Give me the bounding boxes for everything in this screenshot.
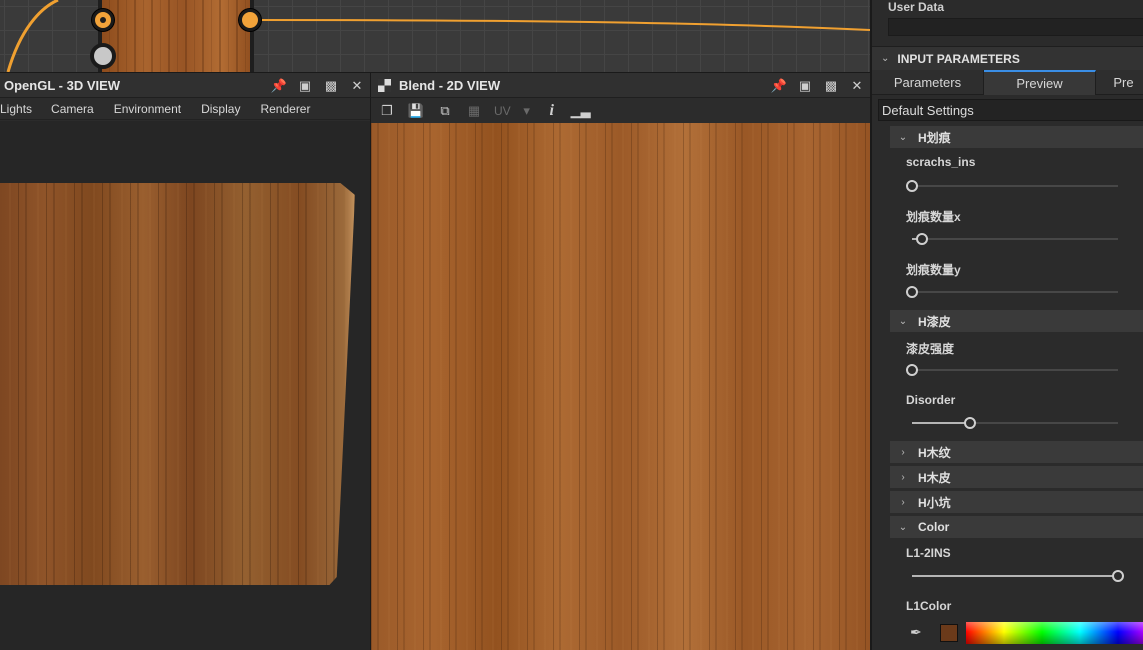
menu-display[interactable]: Display — [188, 102, 247, 116]
group-paint[interactable]: ⌄ H漆皮 — [890, 310, 1143, 332]
user-data-field[interactable] — [888, 18, 1143, 36]
view3d-header: OpenGL - 3D VIEW 📌 ▣ ▩ ✕ — [0, 72, 370, 98]
tab-parameters[interactable]: Parameters — [872, 70, 984, 95]
slider-handle[interactable] — [916, 233, 929, 245]
menu-camera[interactable]: Camera — [39, 102, 101, 116]
param-l1-2ins-slider[interactable] — [912, 570, 1124, 582]
menu-lights[interactable]: Lights — [0, 102, 39, 116]
copy-image-icon[interactable]: ❐ — [378, 102, 396, 120]
properties-panel: User Data ⌄ INPUT PARAMETERS Parameters … — [870, 0, 1143, 650]
l1color-swatch[interactable] — [940, 624, 958, 642]
param-scratch-count-y-slider[interactable] — [906, 286, 1118, 298]
export-icon[interactable]: ▦ — [465, 102, 483, 120]
chevron-down-icon: ⌄ — [898, 521, 908, 533]
tab-pre[interactable]: Pre — [1096, 70, 1143, 95]
menu-renderer[interactable]: Renderer — [247, 102, 317, 116]
pin-icon[interactable]: 📌 — [771, 78, 787, 93]
group-paint-title: H漆皮 — [918, 314, 951, 329]
parameter-tabs: Parameters Preview Pre — [872, 70, 1143, 95]
param-l1-2ins-label: L1-2INS — [906, 546, 951, 560]
menu-environment[interactable]: Environment — [101, 102, 188, 116]
param-disorder-label: Disorder — [906, 393, 956, 407]
group-scratch[interactable]: ⌄ H划痕 — [890, 126, 1143, 148]
pin-icon[interactable]: 📌 — [271, 78, 287, 93]
eyedropper-icon[interactable]: ✒ — [910, 624, 928, 642]
param-paint-strength-label: 漆皮强度 — [906, 342, 955, 356]
checker-icon — [378, 78, 391, 92]
wire-curve-2 — [249, 19, 870, 31]
chevron-right-icon: › — [901, 471, 905, 483]
group-pits[interactable]: › H小坑 — [890, 491, 1143, 513]
save-icon[interactable]: 💾 — [407, 102, 425, 120]
tab-preview[interactable]: Preview — [984, 70, 1096, 95]
close-icon[interactable]: ✕ — [850, 78, 864, 93]
view2d-title: Blend - 2D VIEW — [399, 77, 501, 93]
chevron-right-icon: › — [901, 446, 905, 458]
chevron-down-icon: ⌄ — [881, 53, 890, 64]
hue-spectrum-bar[interactable] — [966, 622, 1143, 644]
group-pits-title: H小坑 — [918, 495, 951, 510]
group-grain[interactable]: › H木纹 — [890, 441, 1143, 463]
node-thumbnail[interactable] — [100, 0, 252, 72]
param-paint-strength-slider[interactable] — [906, 364, 1118, 376]
view2d-toolbar: ❐ 💾 ⧉ ▦ UV ▾ i ▁▃ — [370, 98, 870, 123]
l1color-row: ✒ — [910, 622, 1143, 644]
maximize-icon[interactable]: ▩ — [324, 78, 338, 93]
histogram-icon[interactable]: ▁▃ — [571, 102, 591, 120]
param-scratch-count-y-label: 划痕数量y — [906, 263, 961, 277]
wood-plank-mesh — [0, 183, 355, 585]
group-scratch-title: H划痕 — [918, 130, 951, 145]
input-parameters-header[interactable]: ⌄ INPUT PARAMETERS — [872, 46, 1143, 70]
chevron-down-icon: ⌄ — [898, 315, 908, 327]
param-scrachs-ins-label: scrachs_ins — [906, 155, 976, 169]
group-bark-title: H木皮 — [918, 470, 951, 485]
param-scrachs-ins-slider[interactable] — [906, 180, 1118, 192]
duplicate-icon[interactable]: ⧉ — [436, 102, 454, 120]
slider-handle[interactable] — [1112, 570, 1124, 582]
view2d-texture-preview[interactable] — [370, 123, 870, 650]
group-bark[interactable]: › H木皮 — [890, 466, 1143, 488]
preset-select[interactable]: Default Settings — [878, 99, 1143, 121]
restore-icon[interactable]: ▣ — [798, 78, 812, 93]
param-disorder-slider[interactable] — [912, 417, 1118, 429]
user-data-label: User Data — [888, 0, 945, 14]
group-grain-title: H木纹 — [918, 445, 951, 460]
view3d-title: OpenGL - 3D VIEW — [4, 77, 121, 93]
param-scratch-count-x-label: 划痕数量x — [906, 210, 961, 224]
group-color[interactable]: ⌄ Color — [890, 516, 1143, 538]
chevron-right-icon: › — [901, 496, 905, 508]
param-scratch-count-x-slider[interactable] — [912, 233, 1118, 245]
chevron-down-icon: ⌄ — [898, 131, 908, 143]
slider-handle[interactable] — [906, 180, 918, 192]
slider-handle[interactable] — [906, 286, 918, 298]
maximize-icon[interactable]: ▩ — [824, 78, 838, 93]
output-port-orange[interactable] — [239, 9, 261, 31]
input-port-orange[interactable] — [92, 9, 114, 31]
info-icon[interactable]: i — [543, 102, 561, 120]
input-parameters-title: INPUT PARAMETERS — [897, 51, 1020, 66]
view3d-viewport[interactable] — [0, 121, 370, 650]
restore-icon[interactable]: ▣ — [298, 78, 312, 93]
chevron-down-icon[interactable]: ▾ — [522, 102, 532, 120]
slider-handle[interactable] — [963, 417, 976, 429]
slider-handle[interactable] — [906, 364, 918, 376]
group-color-title: Color — [918, 520, 950, 534]
node-graph[interactable] — [0, 0, 870, 72]
param-l1color-label: L1Color — [906, 599, 952, 613]
view3d-menubar: Lights Camera Environment Display Render… — [0, 98, 370, 120]
close-icon[interactable]: ✕ — [350, 78, 364, 93]
uv-toggle[interactable]: UV — [494, 104, 511, 118]
wire-curve — [6, 0, 59, 72]
input-port-gray[interactable] — [90, 43, 116, 69]
view2d-header: Blend - 2D VIEW 📌 ▣ ▩ ✕ — [370, 72, 870, 98]
